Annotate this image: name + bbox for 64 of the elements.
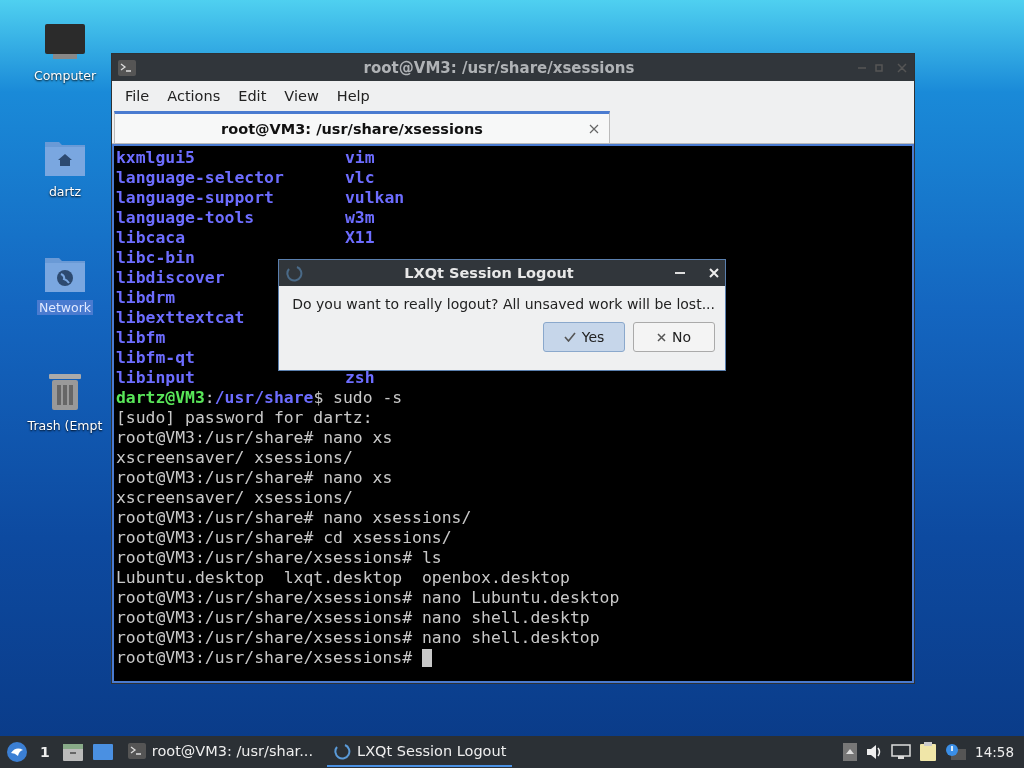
- menu-item[interactable]: File: [116, 88, 159, 104]
- clock: 14:58: [975, 744, 1015, 760]
- terminal-text: libdiscover: [116, 268, 225, 288]
- terminal-line: xscreensaver/ xsessions/: [116, 488, 353, 508]
- terminal-icon: [118, 59, 136, 76]
- desktop-icon[interactable]: [91, 742, 114, 762]
- terminal-text: libexttextcat: [116, 308, 245, 328]
- terminal-line: root@VM3:/usr/share# cd xsessions/: [116, 528, 452, 548]
- start-menu-icon[interactable]: [6, 741, 28, 763]
- terminal-line: root@VM3:/usr/share/xsessions#: [116, 648, 414, 668]
- no-button[interactable]: No: [633, 322, 715, 352]
- notification-icon[interactable]: [945, 743, 968, 761]
- terminal-tab[interactable]: root@VM3: /usr/share/xsessions: [114, 111, 610, 143]
- spinner-icon: [285, 264, 303, 282]
- window-title: root@VM3: /usr/share/xsessions: [362, 58, 636, 77]
- terminal-line: root@VM3:/usr/share/xsessions# nano Lubuntu.desktop: [116, 588, 620, 608]
- menu-item[interactable]: Actions: [158, 88, 230, 104]
- terminal-line: root@VM3:/usr/share# nano xs: [116, 428, 393, 448]
- yes-button[interactable]: Yes: [543, 322, 625, 352]
- desktop-icon-label[interactable]: Trash (Empt: [25, 418, 105, 433]
- terminal-line: root@VM3:/usr/share# nano xsessions/: [116, 508, 472, 528]
- terminal-text: libfm: [116, 328, 166, 348]
- menu-item[interactable]: Help: [327, 88, 379, 104]
- terminal-line: [sudo] password for dartz:: [116, 408, 373, 428]
- dialog-title: LXQt Session Logout: [403, 265, 575, 281]
- clipboard-icon[interactable]: [919, 742, 938, 762]
- taskbar-task[interactable]: root@VM3: /usr/shar...: [121, 737, 320, 767]
- close-icon: [656, 332, 666, 342]
- dialog-message: Do you want to really logout? All unsaved work will be lost...: [292, 296, 715, 312]
- terminal-line: xscreensaver/ xsessions/: [116, 448, 353, 468]
- close-icon[interactable]: [589, 123, 599, 134]
- terminal-text: vim: [345, 148, 375, 168]
- terminal-text: language-selector: [116, 168, 284, 188]
- terminal-text: w3m: [345, 208, 375, 228]
- terminal-line: root@VM3:/usr/share/xsessions# nano shell.desktop: [116, 628, 600, 648]
- terminal-line: root@VM3:/usr/share/xsessions# nano shell.desktp: [116, 608, 590, 628]
- file-manager-icon[interactable]: [61, 742, 84, 762]
- terminal-text: libdrm: [116, 288, 176, 308]
- check-icon: [563, 332, 576, 342]
- terminal-text: vulkan: [345, 188, 405, 208]
- terminal-line: root@VM3:/usr/share# nano xs: [116, 468, 393, 488]
- terminal-text: zsh: [345, 368, 375, 388]
- terminal-text: libfm-qt: [116, 348, 195, 368]
- spinner-icon: [333, 742, 352, 760]
- terminal-line: Lubuntu.desktop lxqt.desktop openbox.desktop: [116, 568, 570, 588]
- terminal-line: dartz@VM3:/usr/share$ sudo -s: [116, 388, 403, 408]
- terminal-text: kxmlgui5: [116, 148, 195, 168]
- menu-item[interactable]: Edit: [229, 88, 276, 104]
- terminal-text: libinput: [116, 368, 195, 388]
- terminal-icon: [127, 743, 146, 759]
- network-icon[interactable]: [891, 744, 912, 760]
- menu-item[interactable]: View: [275, 88, 328, 104]
- terminal-text: language-tools: [116, 208, 255, 228]
- terminal-text: vlc: [345, 168, 375, 188]
- terminal-line: root@VM3:/usr/share/xsessions# ls: [116, 548, 442, 568]
- terminal-text: libcaca: [116, 228, 186, 248]
- terminal-text: libc-bin: [116, 248, 195, 268]
- terminal-text: X11: [345, 228, 375, 248]
- monitor-icon[interactable]: [43, 22, 87, 62]
- desktop-icon-label[interactable]: dartz: [46, 184, 84, 199]
- taskbar-task[interactable]: LXQt Session Logout: [327, 737, 513, 767]
- terminal-text: language-support: [116, 188, 274, 208]
- workspace-number[interactable]: 1: [36, 744, 54, 760]
- minimize-icon[interactable]: [675, 271, 685, 275]
